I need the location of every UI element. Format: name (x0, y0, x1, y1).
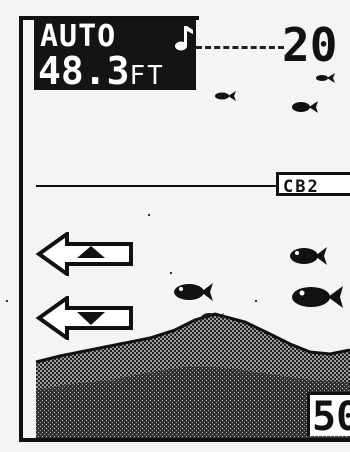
sonar-noise-speck (6, 300, 8, 302)
sonar-noise-speck (170, 272, 172, 274)
depth-value: 48.3 (38, 49, 130, 93)
fish-icon (215, 91, 236, 101)
bottom-depth-scale: 50 (307, 392, 350, 439)
zoom-indicator: CB2 (276, 172, 350, 197)
depth-readout: 48.3FT (38, 52, 165, 95)
surface-clutter-line (196, 46, 284, 49)
depth-readout-panel: AUTO 48.3FT (34, 19, 196, 91)
mode-label: AUTO (40, 19, 117, 54)
arrow-up-icon[interactable] (35, 232, 135, 276)
sonar-noise-speck (255, 300, 257, 302)
fish-alarm-note-icon (175, 26, 193, 51)
top-depth-scale: 20 (282, 18, 338, 72)
bottom-contour (35, 312, 350, 438)
depth-unit: FT (129, 61, 165, 91)
fish-icon (292, 101, 318, 113)
fish-icon (316, 73, 335, 83)
sonar-screen: AUTO 48.3FT 20 CB2 50 (0, 0, 350, 452)
zoom-divider-line (36, 185, 276, 187)
sonar-noise-speck (148, 214, 150, 216)
fish-icon (290, 247, 327, 265)
